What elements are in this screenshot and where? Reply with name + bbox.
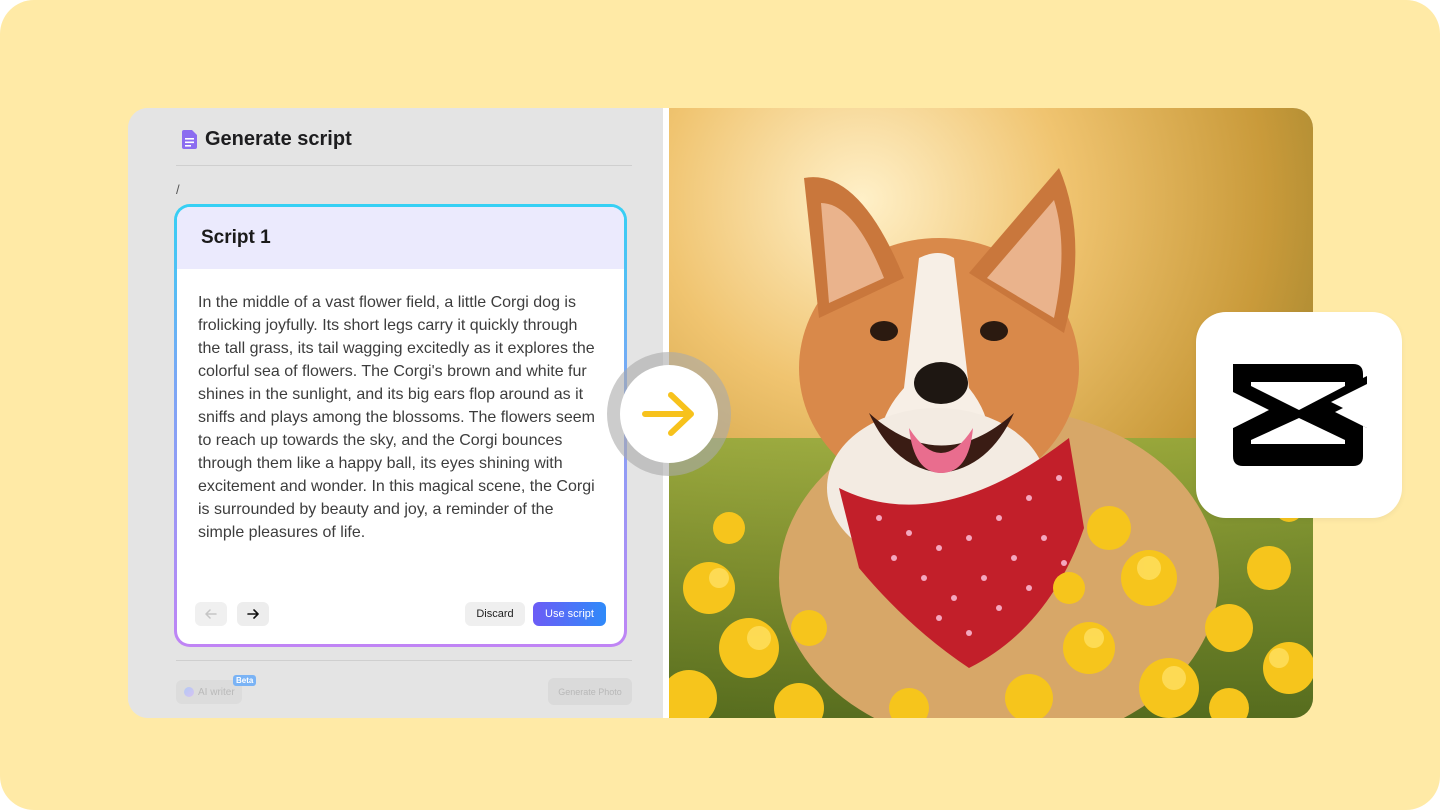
arrow-right-icon (247, 609, 259, 619)
previous-script-button[interactable] (195, 602, 227, 626)
use-script-button[interactable]: Use script (533, 602, 606, 626)
generate-photo-button[interactable]: Generate Photo (548, 678, 632, 705)
transition-arrow-badge (620, 365, 718, 463)
script-card-inner: Script 1 In the middle of a vast flower … (177, 207, 624, 644)
next-script-button[interactable] (237, 602, 269, 626)
capcut-logo-card (1196, 312, 1402, 518)
arrow-right-icon (642, 392, 694, 436)
footer-divider (176, 660, 632, 661)
generate-script-panel: Generate script / Script 1 In the middle… (128, 108, 663, 718)
breadcrumb: / (176, 182, 180, 197)
document-icon (182, 130, 197, 149)
capcut-logo (1233, 364, 1367, 466)
script-text[interactable]: In the middle of a vast flower field, a … (198, 291, 598, 544)
header-divider (176, 165, 632, 166)
discard-button[interactable]: Discard (465, 602, 525, 626)
script-title: Script 1 (201, 227, 271, 248)
panel-title: Generate script (205, 128, 352, 150)
arrow-left-icon (205, 609, 217, 619)
ai-writer-label: AI writer (198, 686, 235, 698)
panel-header: Generate script (182, 128, 352, 151)
beta-badge: Beta (233, 675, 257, 686)
ai-writer-icon (184, 687, 194, 697)
slide-background: Generate script / Script 1 In the middle… (0, 0, 1440, 810)
script-card: Script 1 In the middle of a vast flower … (174, 204, 627, 647)
script-card-header: Script 1 (177, 207, 624, 269)
